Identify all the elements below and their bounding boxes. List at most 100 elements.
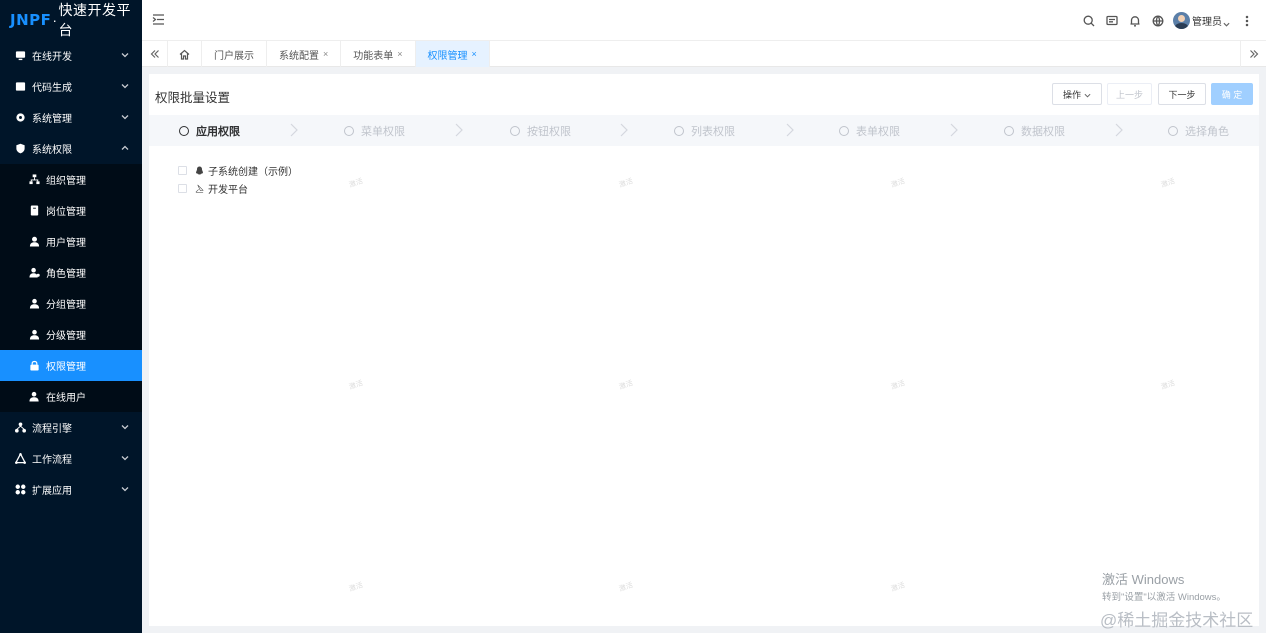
next-step-button[interactable]: 下一步 [1158,83,1206,105]
tree-checkbox[interactable] [178,165,187,175]
confirm-button[interactable]: 确 定 [1211,83,1253,105]
user-menu[interactable]: 管理员 [1173,12,1231,29]
sidebar-item-system-permission[interactable]: 系统权限 [0,133,142,164]
sidebar-submenu-permission: 组织管理 岗位管理 用户管理 角色管理 分组管理 分级管理 权限管理 在线用户 [0,164,142,412]
menu-fold-icon[interactable] [152,13,166,27]
tab-portal[interactable]: 门户展示 [202,41,267,67]
tree-item[interactable]: 子系统创建（示例） [178,161,298,179]
watermark: 激活 [890,581,906,593]
tabs-bar: 门户展示 系统配置 × 功能表单 × 权限管理 × [142,41,1266,67]
tab-label: 门户展示 [214,50,254,62]
watermark: 激活 [618,379,634,391]
step-circle-icon [674,125,684,136]
tab-system-config[interactable]: 系统配置 × [267,41,342,67]
operate-label: 操作 [1062,89,1081,100]
bell-icon[interactable] [1124,10,1146,32]
chevron-down-icon [121,51,129,59]
chevron-up-icon [121,144,129,152]
home-icon [179,49,190,60]
step-list-permission[interactable]: 列表权限 [674,115,735,146]
header-actions: 管理员 [1077,0,1258,41]
sidebar-item-label: 系统权限 [32,145,72,156]
globe-icon[interactable] [1147,10,1169,32]
lock-icon [28,360,40,372]
logo-dot: · [52,12,58,28]
close-icon[interactable]: × [472,49,477,59]
sidebar-item-group[interactable]: 分组管理 [0,288,142,319]
sidebar-item-label: 在线开发 [32,52,72,63]
main-card: 权限批量设置 操作 上一步 下一步 确 定 应用权限 菜单权限 按钮权限 列表权… [149,74,1259,626]
close-icon[interactable]: × [323,49,328,59]
tab-label: 权限管理 [427,50,468,62]
watermark: 激活 [890,177,906,189]
sidebar-item-workflow[interactable]: 工作流程 [0,443,142,474]
tab-function-form[interactable]: 功能表单 × [341,41,416,67]
tab-label: 功能表单 [353,50,394,62]
step-select-role[interactable]: 选择角色 [1168,115,1229,146]
step-label: 菜单权限 [361,125,405,138]
sidebar-item-permission-manage[interactable]: 权限管理 [0,350,142,381]
chevron-right-icon [454,123,464,137]
sidebar-item-label: 流程引擎 [32,424,72,435]
desktop-icon [14,50,26,62]
sidebar-item-label: 代码生成 [32,83,72,94]
page-title: 权限批量设置 [155,91,231,105]
sidebar-item-post[interactable]: 岗位管理 [0,195,142,226]
close-icon[interactable]: × [397,49,402,59]
watermark: 激活 [890,379,906,391]
sidebar-item-role[interactable]: 角色管理 [0,257,142,288]
sidebar-menu: 在线开发 代码生成 系统管理 系统权限 [0,40,142,164]
message-icon[interactable] [1101,10,1123,32]
chevron-down-icon [121,82,129,90]
windows-activation-title: 激活 Windows [1102,572,1185,587]
sidebar-item-level[interactable]: 分级管理 [0,319,142,350]
step-circle-icon [1168,125,1178,136]
tabs-scroll-right-icon[interactable] [1240,41,1266,67]
sidebar-item-flow-engine[interactable]: 流程引擎 [0,412,142,443]
step-form-permission[interactable]: 表单权限 [839,115,900,146]
step-menu-permission[interactable]: 菜单权限 [344,115,405,146]
steps-bar: 应用权限 菜单权限 按钮权限 列表权限 表单权限 数据权限 选择角色 [149,115,1259,146]
tree-item[interactable]: 开发平台 [178,179,298,197]
app-logo[interactable]: JNPF · 快速开发平台 [0,0,142,40]
level-icon [28,329,40,341]
step-label: 数据权限 [1021,125,1065,138]
group-icon [28,298,40,310]
penguin-icon [194,165,204,175]
sidebar-item-org[interactable]: 组织管理 [0,164,142,195]
tree-checkbox[interactable] [178,183,187,193]
watermark: 激活 [618,177,634,189]
step-circle-icon [179,125,189,136]
role-icon [28,267,40,279]
step-app-permission[interactable]: 应用权限 [179,115,240,146]
operate-dropdown-button[interactable]: 操作 [1052,83,1102,105]
sidebar-item-label: 在线用户 [46,393,86,404]
chevron-right-icon [619,123,629,137]
chevron-down-icon [121,423,129,431]
sidebar-item-user[interactable]: 用户管理 [0,226,142,257]
prev-step-button[interactable]: 上一步 [1107,83,1152,105]
sidebar-item-online-dev[interactable]: 在线开发 [0,40,142,71]
gear-icon [14,112,26,124]
online-user-icon [28,391,40,403]
tab-home[interactable] [168,41,202,67]
search-icon[interactable] [1078,10,1100,32]
more-icon[interactable] [1236,10,1258,32]
chevron-down-icon [121,454,129,462]
step-label: 列表权限 [691,125,735,138]
org-icon [28,174,40,186]
step-data-permission[interactable]: 数据权限 [1004,115,1065,146]
tree-item-label: 子系统创建（示例） [208,166,298,178]
sidebar: JNPF · 快速开发平台 在线开发 代码生成 系统管理 系统权限 组织管理 岗… [0,0,142,633]
tabs-scroll-left-icon[interactable] [142,41,168,67]
tab-permission-manage[interactable]: 权限管理 × [415,41,490,67]
sidebar-item-code-gen[interactable]: 代码生成 [0,71,142,102]
sidebar-item-online-user[interactable]: 在线用户 [0,381,142,412]
watermark: 激活 [348,581,364,593]
user-name: 管理员 [1192,17,1222,28]
chevron-down-icon [1084,91,1091,98]
sidebar-item-extend-apps[interactable]: 扩展应用 [0,474,142,505]
sidebar-item-label: 系统管理 [32,114,72,125]
step-button-permission[interactable]: 按钮权限 [510,115,571,146]
sidebar-item-system-manage[interactable]: 系统管理 [0,102,142,133]
